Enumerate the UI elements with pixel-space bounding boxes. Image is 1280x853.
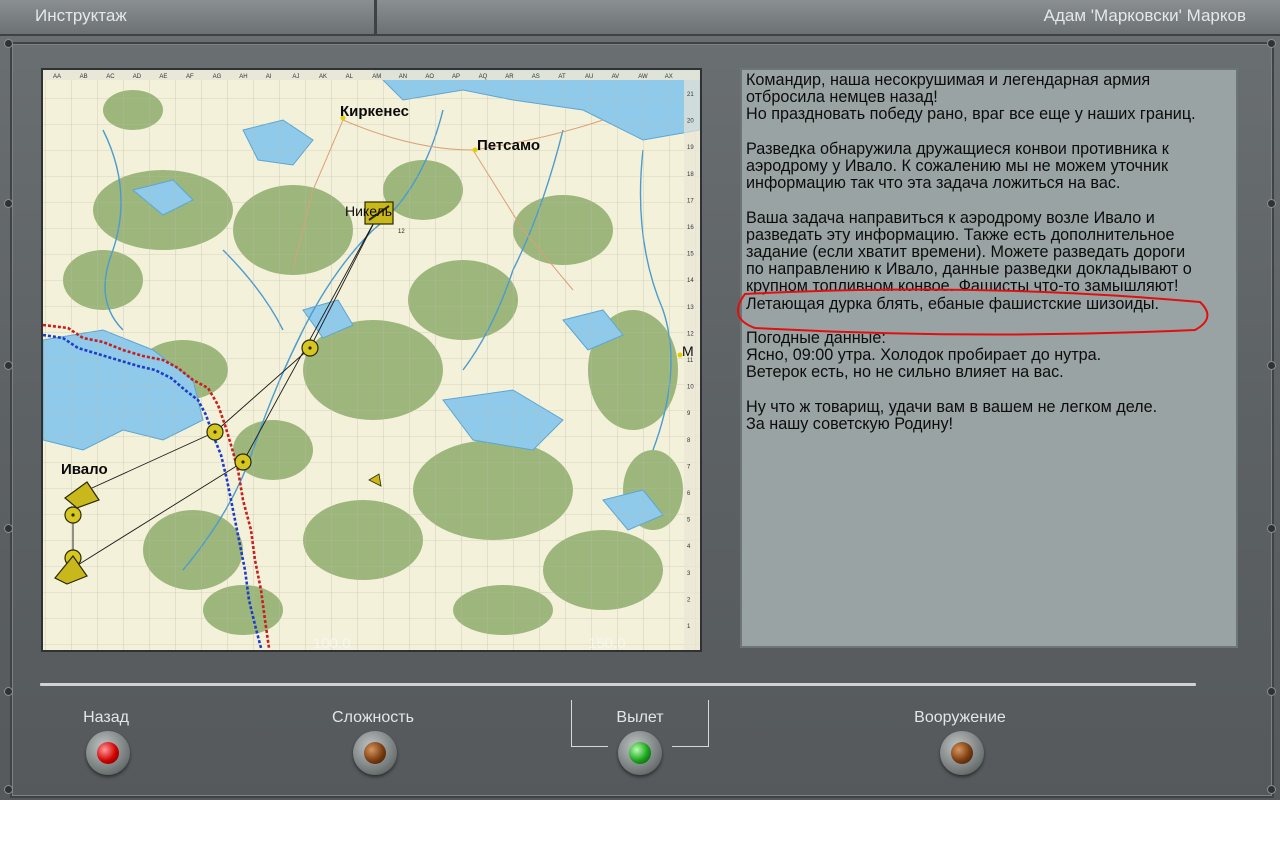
game-frame: Инструктаж Адам 'Марковски' Марков AA AB… xyxy=(0,0,1280,800)
map-column-label: AK xyxy=(319,74,327,80)
map-row-label: 13 xyxy=(687,305,694,311)
bolt-icon xyxy=(5,40,12,47)
pilot-name: Адам 'Марковски' Марков xyxy=(1043,6,1246,25)
city-label-kirkenes: Киркенес xyxy=(340,103,409,120)
takeoff-label: Вылет xyxy=(616,709,664,726)
map-column-label: AJ xyxy=(292,74,299,80)
map-column-label: AF xyxy=(186,74,194,80)
bolt-icon xyxy=(1268,525,1275,532)
panel-divider xyxy=(40,683,1196,686)
back-label: Назад xyxy=(83,709,129,726)
map-row-label: 21 xyxy=(687,92,694,98)
map-column-label: AT xyxy=(558,74,566,80)
brown-lamp-icon xyxy=(951,742,973,764)
difficulty-label: Сложность xyxy=(332,709,414,726)
bolt-icon xyxy=(5,362,12,369)
bolt-icon xyxy=(1268,786,1275,793)
map-column-label: AD xyxy=(133,74,142,80)
map-column-label: AO xyxy=(425,74,434,80)
red-annotation-circle xyxy=(736,288,1209,336)
map-column-label: AU xyxy=(585,74,593,80)
bolt-icon xyxy=(5,525,12,532)
armament-label: Вооружение xyxy=(914,709,1006,726)
map-column-label: AA xyxy=(53,74,61,80)
bolt-icon xyxy=(1268,362,1275,369)
map-grid xyxy=(43,70,700,650)
map-row-label: 15 xyxy=(687,252,694,258)
map-row-label: 17 xyxy=(687,198,694,204)
bolt-icon xyxy=(5,688,12,695)
map-row-label: 19 xyxy=(687,145,694,151)
map-column-label: AG xyxy=(213,74,222,80)
scale-label: 100.0 xyxy=(313,635,351,650)
back-button[interactable] xyxy=(86,731,130,775)
bolt-icon xyxy=(1268,40,1275,47)
map-row-label: 18 xyxy=(687,172,694,178)
map-column-label: AW xyxy=(638,74,648,80)
bolt-icon xyxy=(5,786,12,793)
map-row-label: 16 xyxy=(687,225,694,231)
bolt-icon xyxy=(5,200,12,207)
bolt-icon xyxy=(1268,688,1275,695)
green-lamp-icon xyxy=(629,742,651,764)
map-column-label: AQ xyxy=(479,74,488,80)
armament-button[interactable] xyxy=(940,731,984,775)
briefing-text: Командир, наша несокрушимая и легендарна… xyxy=(740,68,1238,648)
map-column-label: AM xyxy=(372,74,381,80)
scale-label: 150.0 xyxy=(588,635,626,650)
red-lamp-icon xyxy=(97,742,119,764)
map-column-label: AV xyxy=(612,74,620,80)
map-column-label: AL xyxy=(346,74,354,80)
takeoff-button[interactable] xyxy=(618,731,662,775)
title-separator xyxy=(374,0,377,34)
map-row-label: 12 xyxy=(687,331,694,337)
difficulty-button[interactable] xyxy=(353,731,397,775)
title-bar: Инструктаж Адам 'Марковски' Марков xyxy=(0,0,1280,36)
mission-map[interactable]: AA AB AC AD AE AF AG AH AI AJ AK AL AM AN AO AP AQ AR AS AT… xyxy=(41,68,702,652)
city-label-petsamo: Петсамо xyxy=(477,137,540,154)
map-column-label: AX xyxy=(665,74,673,80)
map-column-label: AR xyxy=(505,74,514,80)
map-row-label: 14 xyxy=(687,278,694,284)
brown-lamp-icon xyxy=(364,742,386,764)
map-column-label: AN xyxy=(399,74,407,80)
screen-title: Инструктаж xyxy=(35,6,127,25)
map-column-label: AP xyxy=(452,74,460,80)
map-column-label: AH xyxy=(239,74,247,80)
map-column-label: AC xyxy=(106,74,115,80)
map-canvas[interactable]: AA AB AC AD AE AF AG AH AI AJ AK AL AM AN AO AP AQ AR AS AT… xyxy=(43,70,700,650)
map-column-label: AE xyxy=(159,74,167,80)
map-row-label: 20 xyxy=(687,119,694,125)
map-row-label: 10 xyxy=(687,385,694,391)
map-column-label: AI xyxy=(266,74,272,80)
city-label-ivalo: Ивало xyxy=(61,461,108,478)
city-label-edge: М xyxy=(682,343,694,359)
map-column-label: AS xyxy=(532,74,540,80)
bolt-icon xyxy=(1268,200,1275,207)
waypoint-number: 12 xyxy=(398,229,405,235)
map-column-label: AB xyxy=(80,74,88,80)
city-label-nikel: Никель xyxy=(345,203,392,219)
